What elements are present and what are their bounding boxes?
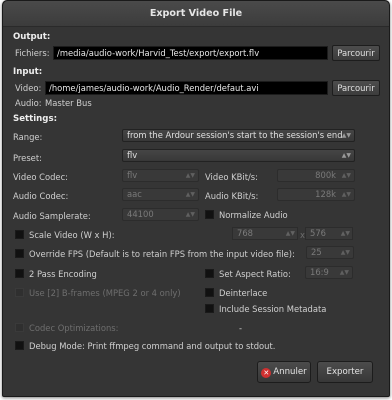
chevron-updown-icon: ▲▼ [340,249,350,256]
aspect-ratio-value: 16:9 [310,267,329,277]
chevron-updown-icon: ▲▼ [185,211,195,218]
samplerate-value: 44100 [127,209,154,219]
codec-optimizations-label: Codec Optimizations: [29,323,119,333]
audio-kbits-select[interactable]: 128k ▲▼ [277,188,355,201]
video-codec-value: flv [127,170,138,180]
cancel-icon: ✕ [261,368,272,378]
bframes-label: Use [2] B-frames (MPEG 2 or 4 only) [29,288,181,298]
aspect-ratio-label: Set Aspect Ratio: [219,269,291,279]
session-metadata-label: Include Session Metadata [219,304,327,314]
input-browse-button[interactable]: Parcourir [332,80,380,96]
normalize-audio-label: Normalize Audio [219,210,288,220]
spin-arrows-icon: ▲▼ [340,230,350,237]
audio-kbits-value: 128k [315,189,336,199]
video-kbits-value: 800k [315,170,336,180]
chevron-updown-icon: ▲▼ [185,191,195,198]
scale-width-value: 768 [237,228,253,238]
samplerate-select[interactable]: 44100 ▲▼ [122,208,199,221]
override-fps-checkbox[interactable] [15,249,24,258]
audio-codec-label: Audio Codec: [13,191,69,201]
deinterlace-checkbox[interactable] [205,288,214,297]
output-file-label: Fichiers: [15,48,50,58]
input-audio-label: Audio: [15,98,42,108]
cancel-button-label: Annuler [273,367,307,377]
export-button[interactable]: Exporter [317,361,373,383]
chevron-updown-icon: ▲▼ [341,191,351,198]
codec-optimizations-checkbox[interactable] [15,323,24,332]
preset-label: Preset: [13,153,42,163]
video-codec-label: Video Codec: [13,172,68,182]
scale-video-checkbox[interactable] [15,230,24,239]
scale-height-value: 576 [310,228,326,238]
fps-value: 25 [311,247,322,257]
video-kbits-label: Video KBit/s: [205,172,258,182]
debug-mode-checkbox[interactable] [15,341,24,350]
audio-codec-value: aac [127,189,142,199]
scale-width-spin[interactable]: 768 ▲▼ [232,227,298,240]
audio-codec-select[interactable]: aac ▲▼ [122,188,199,201]
aspect-ratio-select[interactable]: 16:9 ▲▼ [305,266,353,279]
input-video-field[interactable]: /home/james/audio-work/Audio_Render/defa… [45,81,328,95]
range-label: Range: [13,132,43,142]
preset-value: flv [127,150,138,160]
range-value: from the Ardour session's start to the s… [127,130,343,140]
fps-select[interactable]: 25 ▲▼ [306,246,354,259]
two-pass-checkbox[interactable] [15,269,24,278]
output-file-field[interactable]: /media/audio-work/Harvid_Test/export/exp… [53,46,328,60]
override-fps-label: Override FPS (Default is to retain FPS f… [29,249,295,259]
bframes-checkbox[interactable] [15,288,24,297]
spin-arrows-icon: ▲▼ [285,230,295,237]
session-metadata-checkbox[interactable] [205,304,214,313]
audio-kbits-label: Audio KBit/s: [205,191,259,201]
output-browse-button[interactable]: Parcourir [332,45,380,61]
scale-height-spin[interactable]: 576 ▲▼ [305,227,353,240]
chevron-updown-icon: ▲▼ [341,152,351,159]
output-heading: Output: [13,32,51,42]
export-video-dialog: Export Video File Output: Fichiers: /med… [2,0,390,397]
video-codec-select[interactable]: flv ▲▼ [122,169,199,182]
normalize-audio-checkbox[interactable] [205,210,214,219]
codec-optimizations-value: - [239,323,243,333]
chevron-updown-icon: ▲▼ [185,172,195,179]
input-heading: Input: [13,67,43,77]
two-pass-label: 2 Pass Encoding [29,269,97,279]
video-kbits-select[interactable]: 800k ▲▼ [277,169,355,182]
settings-heading: Settings: [13,114,58,124]
preset-select[interactable]: flv ▲▼ [122,149,355,162]
input-video-label: Video: [15,83,42,93]
cancel-button[interactable]: ✕ Annuler [257,361,311,383]
debug-mode-label: Debug Mode: Print ffmpeg command and out… [29,341,276,351]
window-title: Export Video File [3,1,389,27]
aspect-ratio-checkbox[interactable] [205,269,214,278]
scale-video-label: Scale Video (W x H): [29,230,115,240]
chevron-updown-icon: ▲▼ [339,269,349,276]
range-select[interactable]: from the Ardour session's start to the s… [122,129,355,142]
chevron-updown-icon: ▲▼ [341,132,351,139]
chevron-updown-icon: ▲▼ [341,172,351,179]
deinterlace-label: Deinterlace [219,288,268,298]
input-audio-value: Master Bus [45,98,92,108]
samplerate-label: Audio Samplerate: [13,211,91,221]
